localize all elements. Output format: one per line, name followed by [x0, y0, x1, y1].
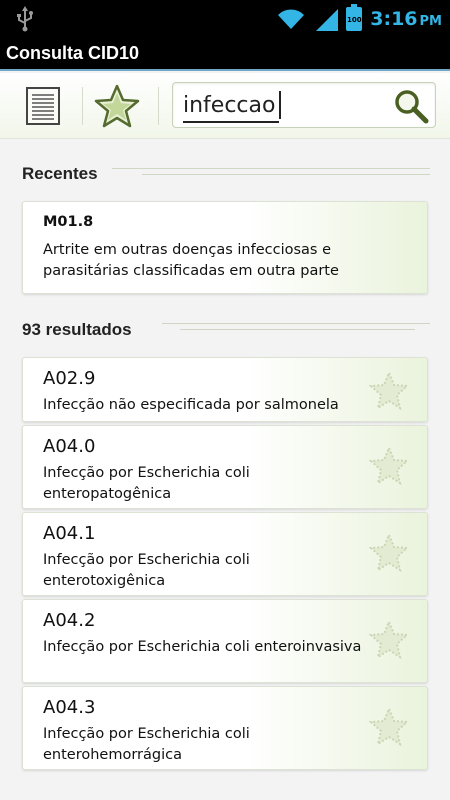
recent-item-code: M01.8	[43, 214, 94, 230]
favorite-star-icon[interactable]	[369, 707, 409, 747]
result-item[interactable]: A04.3 Infecção por Escherichia coli ente…	[22, 686, 428, 770]
clock-time: 3:16	[370, 8, 418, 30]
app-title-bar: Consulta CID10	[0, 38, 450, 71]
result-item-description: Infecção por Escherichia coli enterohemo…	[43, 726, 250, 763]
result-item-code: A04.2	[43, 610, 96, 631]
search-text-underline	[183, 121, 279, 123]
favorite-star-icon[interactable]	[369, 446, 409, 486]
usb-icon	[17, 6, 33, 32]
result-item[interactable]: A04.1 Infecção por Escherichia coli ente…	[22, 512, 428, 596]
status-time: 3:16 PM	[370, 8, 442, 30]
result-item-description: Infecção por Escherichia coli enterotoxi…	[43, 552, 250, 589]
search-input[interactable]	[183, 89, 383, 121]
wifi-icon	[278, 9, 305, 29]
recent-header-rule	[112, 168, 430, 169]
result-item-description: Infecção por Escherichia coli enteropato…	[43, 465, 250, 502]
list-button[interactable]	[18, 81, 68, 131]
result-item-description: Infecção por Escherichia coli enteroinva…	[43, 639, 362, 655]
text-caret	[279, 91, 281, 119]
favorite-star-icon[interactable]	[369, 620, 409, 660]
star-icon	[94, 84, 140, 128]
result-item-description: Infecção não especificada por salmonela	[43, 397, 339, 413]
status-bar: 100 3:16 PM	[0, 0, 450, 38]
recent-header: Recentes	[22, 164, 98, 183]
favorite-star-icon[interactable]	[369, 533, 409, 573]
results-header-rule	[162, 323, 430, 324]
recent-header-rule	[142, 174, 430, 175]
result-item-code: A04.3	[43, 697, 96, 718]
search-icon[interactable]	[393, 88, 429, 124]
results-header-rule	[180, 329, 415, 330]
signal-icon	[316, 9, 339, 31]
favorites-button[interactable]	[92, 81, 142, 131]
toolbar	[0, 73, 450, 139]
result-item-code: A02.9	[43, 368, 96, 389]
result-item-code: A04.1	[43, 523, 96, 544]
recent-item[interactable]: M01.8 Artrite em outras doenças infeccio…	[22, 201, 428, 294]
clock-ampm: PM	[419, 14, 442, 29]
battery-icon: 100	[346, 4, 363, 31]
result-item[interactable]: A04.2 Infecção por Escherichia coli ente…	[22, 599, 428, 683]
result-item[interactable]: A04.0 Infecção por Escherichia coli ente…	[22, 425, 428, 509]
toolbar-divider	[82, 87, 83, 125]
search-box	[172, 82, 436, 128]
list-icon	[26, 87, 60, 125]
result-item-code: A04.0	[43, 436, 96, 457]
result-item[interactable]: A02.9 Infecção não especificada por salm…	[22, 357, 428, 422]
recent-item-description: Artrite em outras doenças infecciosas e …	[43, 242, 339, 279]
results-header: 93 resultados	[22, 320, 132, 339]
favorite-star-icon[interactable]	[369, 371, 409, 411]
toolbar-divider	[158, 87, 159, 125]
battery-level: 100	[346, 16, 362, 24]
app-title: Consulta CID10	[6, 43, 140, 63]
